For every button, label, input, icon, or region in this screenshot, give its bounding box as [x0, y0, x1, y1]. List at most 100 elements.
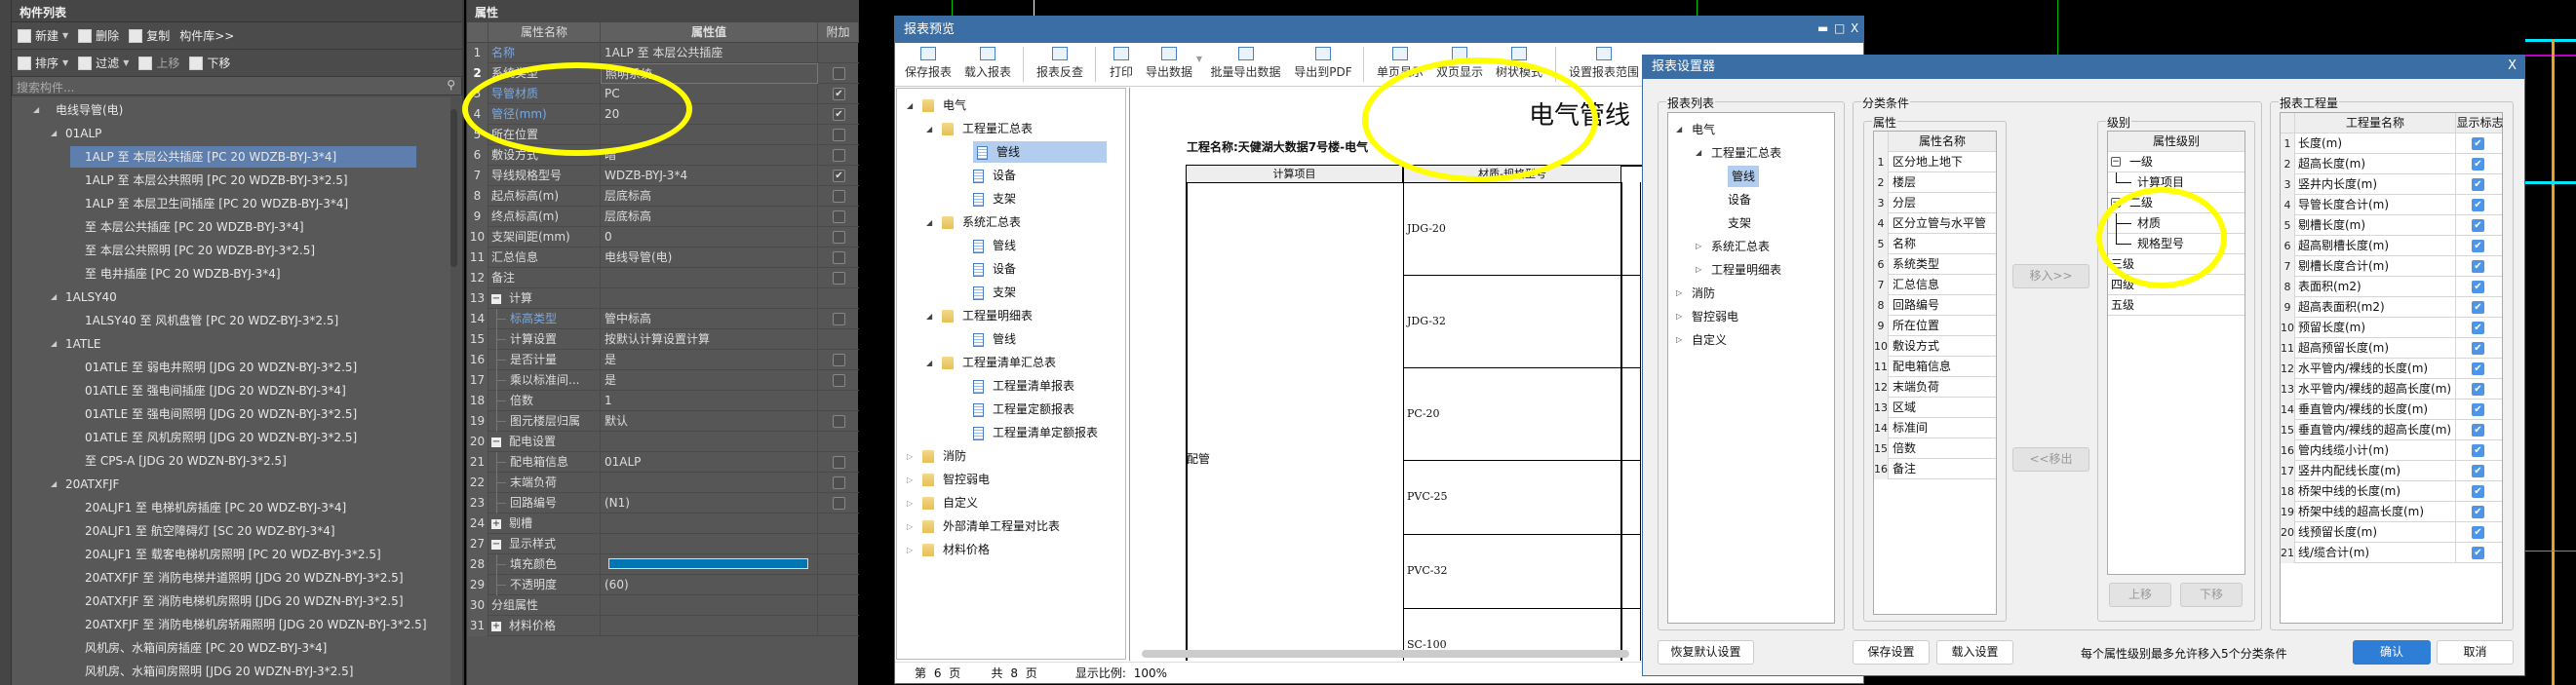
move-out-button[interactable]: <<移出	[2012, 447, 2089, 472]
property-value[interactable]: 层底标高	[601, 207, 818, 227]
extra-checkbox[interactable]: ✔	[833, 88, 845, 100]
quantity-row[interactable]: 10 预留长度(m) ✔	[2281, 318, 2502, 338]
property-value[interactable]	[601, 473, 818, 493]
tree-item[interactable]: 20ALJF1 至 载客电梯机房照明 [PC 20 WDZ-BYJ-3*2.5]	[70, 544, 381, 565]
move-up-button[interactable]: 上移	[138, 55, 179, 71]
quantity-row[interactable]: 20 线预留长度(m) ✔	[2281, 522, 2502, 543]
collapse-icon[interactable]: −	[491, 539, 501, 550]
property-value[interactable]: 是	[601, 350, 818, 370]
expand-arrow-icon[interactable]: ▷	[1676, 335, 1682, 344]
show-checkbox[interactable]: ✔	[2472, 219, 2484, 232]
delete-button[interactable]: 删除	[78, 27, 119, 44]
attr-row[interactable]: 5 名称	[1874, 234, 1996, 254]
move-down-button[interactable]: 下移	[189, 55, 230, 71]
show-checkbox[interactable]: ✔	[2472, 301, 2484, 314]
property-row[interactable]: 16 是否计量 是	[467, 350, 859, 370]
level-row[interactable]: 三级	[2108, 254, 2244, 275]
property-row[interactable]: 1 名称 1ALP 至 本层公共插座	[467, 43, 859, 63]
tree-item[interactable]: 风机房、水箱间房照明 [JDG 20 WDZN-BYJ-3*2.5]	[70, 661, 353, 682]
tree-group[interactable]: 电线导管(电)	[56, 99, 123, 121]
property-value[interactable]: 01ALP	[601, 452, 818, 473]
property-value[interactable]	[601, 288, 818, 309]
extra-checkbox[interactable]	[833, 190, 845, 203]
attr-row[interactable]: 3 分层	[1874, 193, 1996, 213]
quantity-row[interactable]: 15 垂直管内/裸线的超高长度(m) ✔	[2281, 420, 2502, 440]
quantity-row[interactable]: 18 桥架中线的长度(m) ✔	[2281, 481, 2502, 502]
extra-checkbox[interactable]	[833, 374, 845, 387]
setter-tree-item[interactable]: 管线	[1728, 166, 1760, 187]
expand-arrow-icon[interactable]: ▷	[1696, 242, 1701, 250]
copy-button[interactable]: 复制	[129, 27, 170, 44]
dialog-close-button[interactable]: X	[2508, 58, 2517, 73]
attr-row[interactable]: 11 配电箱信息	[1874, 357, 1996, 377]
move-up-button[interactable]: 上移	[2109, 583, 2171, 607]
tree-report[interactable]: 支架	[973, 282, 1016, 303]
show-checkbox[interactable]: ✔	[2472, 199, 2484, 211]
tree-item[interactable]: 1ALSY40 至 风机盘管 [PC 20 WDZ-BYJ-3*2.5]	[70, 310, 338, 331]
expand-arrow-icon[interactable]: ◢	[51, 339, 57, 348]
show-checkbox[interactable]: ✔	[2472, 465, 2484, 477]
property-row[interactable]: 13− 计算	[467, 288, 859, 309]
property-value[interactable]: WDZB-BYJ-3*4	[601, 166, 818, 186]
expand-arrow-icon[interactable]: ◢	[33, 105, 39, 114]
show-checkbox[interactable]: ✔	[2472, 547, 2484, 559]
attr-row[interactable]: 16 备注	[1874, 459, 1996, 479]
tree-folder[interactable]: 工程量明细表	[942, 305, 1033, 326]
expand-arrow-icon[interactable]: ▷	[907, 522, 913, 531]
tree-item[interactable]: 1ALP 至 本层公共照明 [PC 20 WDZB-BYJ-3*2.5]	[70, 170, 348, 191]
move-in-button[interactable]: 移入>>	[2012, 264, 2089, 288]
quantity-row[interactable]: 11 超高预留长度(m) ✔	[2281, 338, 2502, 359]
quantity-row[interactable]: 2 超高长度(m) ✔	[2281, 154, 2502, 174]
property-row[interactable]: 17 乘以标准间... 是	[467, 370, 859, 391]
attr-row[interactable]: 12 末端负荷	[1874, 377, 1996, 398]
property-row[interactable]: 28 填充颜色	[467, 554, 859, 575]
setter-tree-item[interactable]: 工程量汇总表	[1711, 142, 1781, 164]
extra-checkbox[interactable]	[833, 497, 845, 510]
collapse-icon[interactable]: −	[2111, 157, 2121, 167]
expand-icon[interactable]: +	[491, 621, 501, 631]
tree-item[interactable]: 01ATLE 至 弱电井照明 [JDG 20 WDZN-BYJ-3*2.5]	[70, 357, 357, 378]
property-row[interactable]: 23 回路编号 (N1)	[467, 493, 859, 514]
quantity-row[interactable]: 19 桥架中线的超高长度(m) ✔	[2281, 502, 2502, 522]
report-lookup-button[interactable]: 报表反查	[1034, 43, 1085, 87]
property-value[interactable]: 默认	[601, 411, 818, 432]
setter-tree-item[interactable]: 电气	[1692, 119, 1715, 140]
property-value[interactable]: 管中标高	[601, 309, 818, 329]
quantity-row[interactable]: 4 导管长度合计(m) ✔	[2281, 195, 2502, 215]
extra-checkbox[interactable]	[833, 476, 845, 489]
show-checkbox[interactable]: ✔	[2472, 383, 2484, 396]
tree-group[interactable]: 1ALSY40	[65, 286, 117, 308]
tree-report[interactable]: 设备	[973, 258, 1016, 280]
tree-item[interactable]: 20ALJF1 至 电梯机房插座 [PC 20 WDZ-BYJ-3*4]	[70, 497, 346, 518]
quantity-row[interactable]: 5 剔槽长度(m) ✔	[2281, 215, 2502, 236]
extra-checkbox[interactable]	[833, 313, 845, 325]
maximize-button[interactable]: □	[1834, 16, 1845, 42]
expand-arrow-icon[interactable]: ▷	[907, 476, 913, 484]
collapse-icon[interactable]: −	[491, 437, 501, 447]
tree-item[interactable]: 20ATXFJF 至 消防电梯井道照明 [JDG 20 WDZN-BYJ-3*2…	[70, 567, 404, 589]
tree-folder[interactable]: 电气	[922, 95, 966, 116]
extra-checkbox[interactable]	[833, 415, 845, 428]
show-checkbox[interactable]: ✔	[2472, 526, 2484, 539]
tree-report[interactable]: 支架	[973, 188, 1016, 209]
fill-color-swatch[interactable]	[608, 558, 808, 569]
extra-checkbox[interactable]	[833, 67, 845, 80]
chevron-down-icon[interactable]: ▼	[62, 58, 68, 67]
expand-icon[interactable]: +	[491, 518, 501, 529]
property-row[interactable]: 15 计算设置 按默认计算设置计算	[467, 329, 859, 350]
tree-folder[interactable]: 材料价格	[922, 539, 990, 560]
close-button[interactable]: X	[1851, 16, 1858, 42]
show-checkbox[interactable]: ✔	[2472, 403, 2484, 416]
setter-tree-item[interactable]: 消防	[1692, 283, 1715, 304]
property-row[interactable]: 30 分组属性	[467, 595, 859, 616]
level-row[interactable]: 规格型号	[2108, 234, 2244, 254]
property-value[interactable]: 1ALP 至 本层公共插座	[601, 43, 818, 63]
property-row[interactable]: 3 导管材质 PC ✔	[467, 84, 859, 104]
chevron-down-icon[interactable]: ▼	[62, 31, 68, 40]
property-row[interactable]: 5 所在位置	[467, 125, 859, 145]
level-row[interactable]: 五级	[2108, 295, 2244, 316]
tree-item[interactable]: 至 电井插座 [PC 20 WDZB-BYJ-3*4]	[70, 263, 281, 285]
minimize-button[interactable]: ▬	[1817, 16, 1828, 42]
attr-row[interactable]: 14 标准间	[1874, 418, 1996, 438]
property-value[interactable]	[601, 554, 818, 575]
